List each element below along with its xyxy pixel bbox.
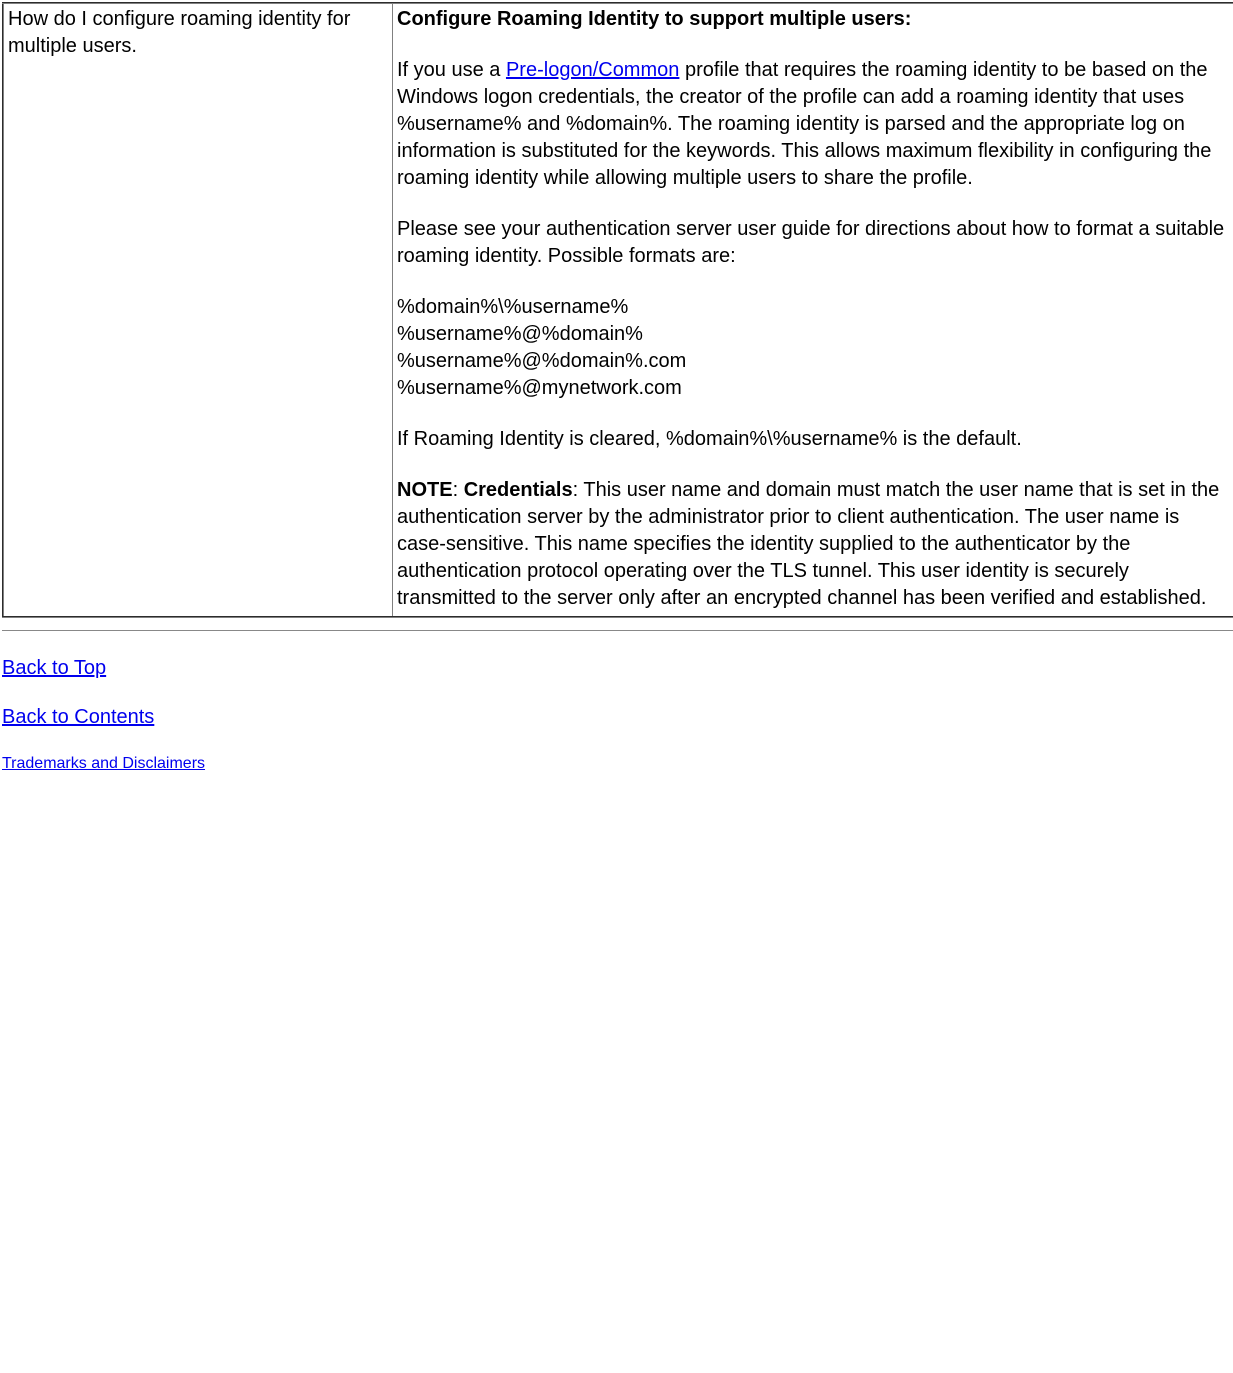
trademarks-link[interactable]: Trademarks and Disclaimers xyxy=(2,755,1233,773)
answer-heading: Configure Roaming Identity to support mu… xyxy=(397,8,911,30)
divider xyxy=(2,630,1233,631)
question-cell: How do I configure roaming identity for … xyxy=(3,3,393,617)
format-1: %domain%\%username% xyxy=(397,296,628,318)
prelogon-link[interactable]: Pre-logon/Common xyxy=(506,59,679,81)
format-list: %domain%\%username% %username%@%domain% … xyxy=(397,294,1229,402)
answer-paragraph-3: If Roaming Identity is cleared, %domain%… xyxy=(397,426,1229,453)
format-4: %username%@mynetwork.com xyxy=(397,377,682,399)
answer-paragraph-1: If you use a Pre-logon/Common profile th… xyxy=(397,57,1229,192)
note-paragraph: NOTE: Credentials: This user name and do… xyxy=(397,477,1229,612)
back-to-top-link[interactable]: Back to Top xyxy=(2,657,1233,680)
format-3: %username%@%domain%.com xyxy=(397,350,686,372)
back-to-contents-link[interactable]: Back to Contents xyxy=(2,706,1233,729)
format-2: %username%@%domain% xyxy=(397,323,643,345)
answer-cell: Configure Roaming Identity to support mu… xyxy=(393,3,1233,617)
config-table: How do I configure roaming identity for … xyxy=(2,2,1233,618)
credentials-label: Credentials xyxy=(464,479,573,501)
note-label: NOTE xyxy=(397,479,453,501)
question-text: How do I configure roaming identity for … xyxy=(8,8,350,57)
answer-paragraph-2: Please see your authentication server us… xyxy=(397,216,1229,270)
